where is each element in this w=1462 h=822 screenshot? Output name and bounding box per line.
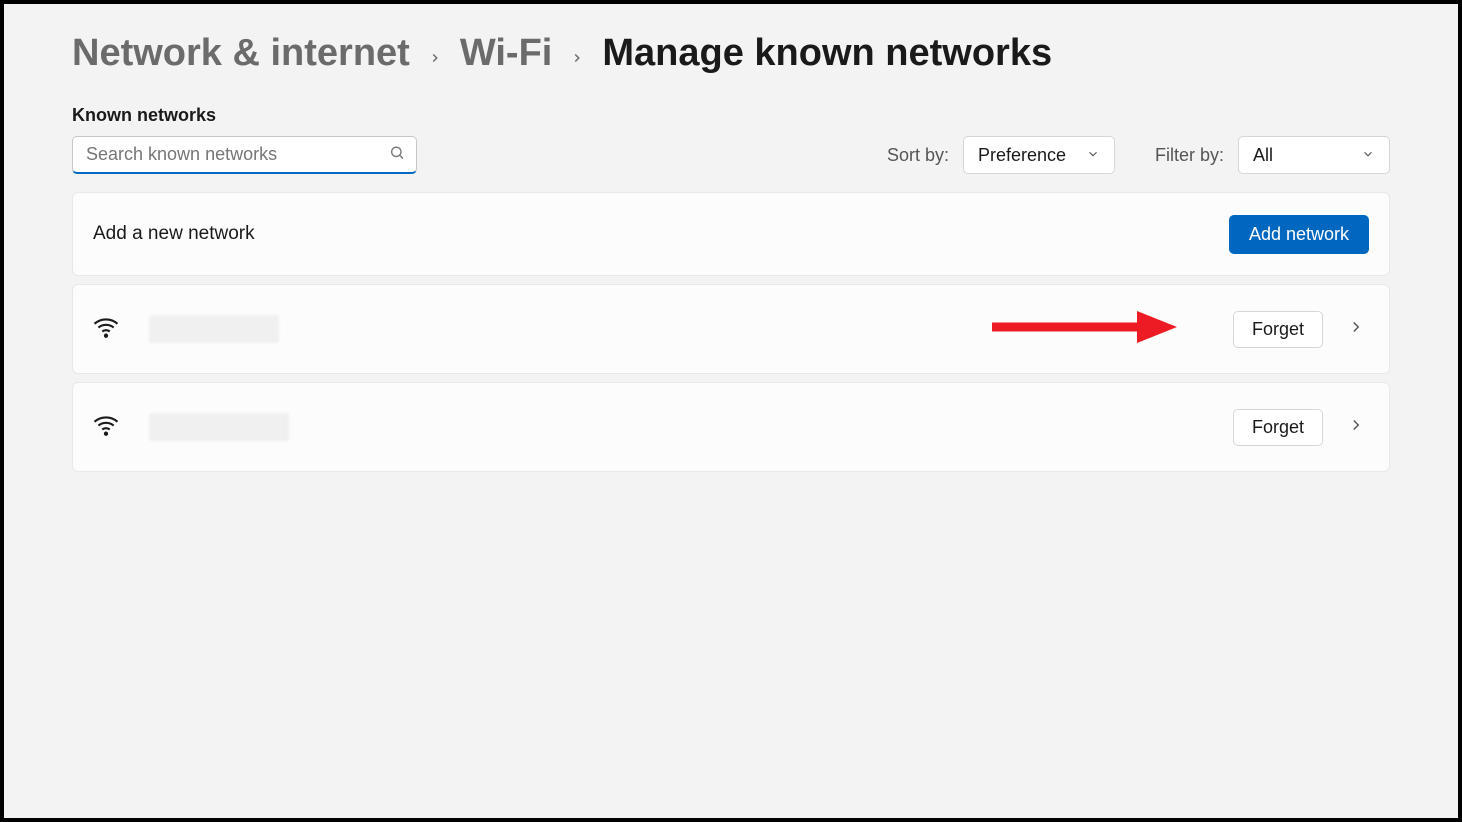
chevron-right-icon[interactable] [1343, 314, 1369, 345]
section-label-known-networks: Known networks [72, 105, 1390, 126]
wifi-icon [93, 314, 119, 345]
search-container [72, 136, 417, 174]
filter-label: Filter by: [1155, 145, 1224, 166]
wifi-icon [93, 412, 119, 443]
add-network-button[interactable]: Add network [1229, 215, 1369, 254]
network-name [149, 413, 1233, 441]
breadcrumb-current: Manage known networks [602, 32, 1052, 75]
network-item[interactable]: Forget [72, 284, 1390, 374]
sort-dropdown[interactable]: Preference [963, 136, 1115, 174]
network-name [149, 315, 1233, 343]
add-network-label: Add a new network [93, 223, 255, 245]
controls-row: Sort by: Preference Filter by: All [72, 136, 1390, 174]
filter-value: All [1253, 145, 1273, 166]
filter-dropdown[interactable]: All [1238, 136, 1390, 174]
add-network-card: Add a new network Add network [72, 192, 1390, 276]
chevron-right-icon [570, 44, 584, 72]
chevron-right-icon[interactable] [1343, 412, 1369, 443]
forget-button[interactable]: Forget [1233, 409, 1323, 446]
sort-label: Sort by: [887, 145, 949, 166]
chevron-right-icon [428, 44, 442, 72]
search-input[interactable] [72, 136, 417, 174]
breadcrumb-network-internet[interactable]: Network & internet [72, 32, 410, 75]
chevron-down-icon [1086, 145, 1100, 166]
breadcrumb: Network & internet Wi-Fi Manage known ne… [72, 32, 1390, 75]
forget-button[interactable]: Forget [1233, 311, 1323, 348]
breadcrumb-wifi[interactable]: Wi-Fi [460, 32, 553, 75]
sort-value: Preference [978, 145, 1066, 166]
network-item[interactable]: Forget [72, 382, 1390, 472]
chevron-down-icon [1361, 145, 1375, 166]
